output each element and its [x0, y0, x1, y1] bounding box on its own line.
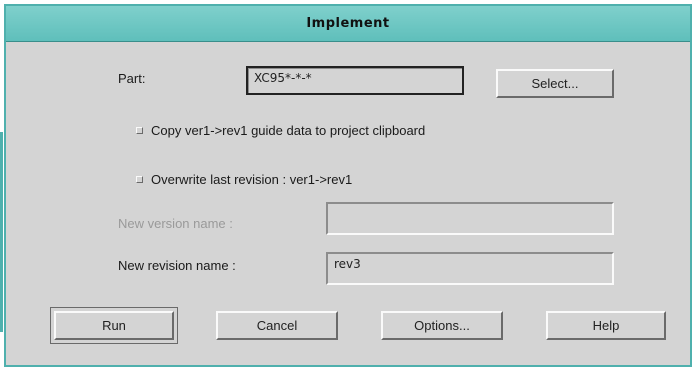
overwrite-last-label: Overwrite last revision : ver1->rev1 — [151, 172, 353, 187]
overwrite-last-checkbox[interactable]: Overwrite last revision : ver1->rev1 — [136, 172, 352, 187]
cancel-button[interactable]: Cancel — [216, 311, 338, 340]
window-title: Implement — [306, 16, 390, 31]
overwrite-last-checkbox-box[interactable] — [136, 176, 143, 183]
run-button[interactable]: Run — [50, 307, 178, 344]
copy-guide-checkbox-box[interactable] — [136, 127, 143, 134]
window-edge-handle[interactable] — [0, 132, 3, 332]
select-button[interactable]: Select... — [496, 69, 614, 98]
new-version-label: New version name : — [118, 216, 233, 231]
implement-dialog: Implement Part: XC95*-*-* Select... Copy… — [4, 4, 692, 367]
new-version-field[interactable] — [326, 202, 614, 235]
help-button[interactable]: Help — [546, 311, 666, 340]
title-bar[interactable]: Implement — [6, 6, 690, 42]
new-revision-label: New revision name : — [118, 258, 236, 273]
copy-guide-checkbox[interactable]: Copy ver1->rev1 guide data to project cl… — [136, 123, 425, 138]
options-button[interactable]: Options... — [381, 311, 503, 340]
copy-guide-label: Copy ver1->rev1 guide data to project cl… — [151, 123, 426, 138]
part-label: Part: — [118, 71, 146, 86]
new-revision-field[interactable]: rev3 — [326, 252, 614, 285]
part-field[interactable]: XC95*-*-* — [246, 66, 464, 95]
